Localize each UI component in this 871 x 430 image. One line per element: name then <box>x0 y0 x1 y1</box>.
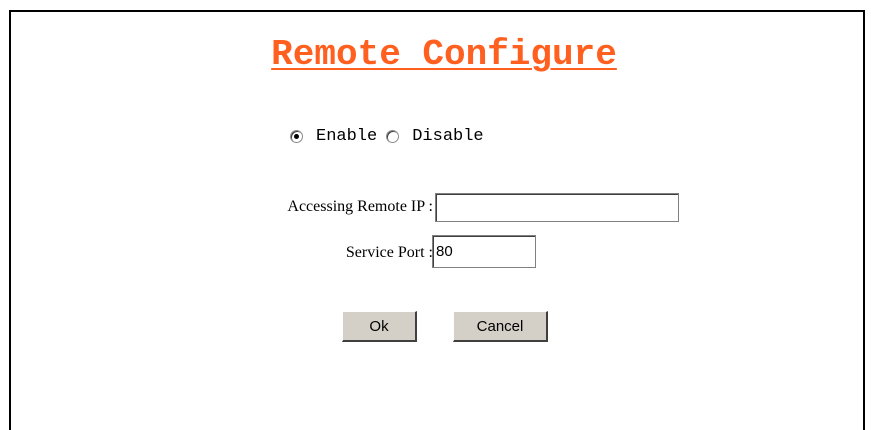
disable-label[interactable]: Disable <box>412 127 483 146</box>
ok-button[interactable]: Ok <box>342 311 417 342</box>
service-port-input[interactable] <box>432 235 536 268</box>
enable-radio[interactable] <box>290 130 303 143</box>
enable-label[interactable]: Enable <box>316 127 377 146</box>
remote-ip-label: Accessing Remote IP : <box>287 198 433 215</box>
disable-radio[interactable] <box>386 130 400 143</box>
mode-radio-group: Enable Disable <box>290 127 493 146</box>
radio-selected-dot <box>294 134 299 139</box>
service-port-label: Service Port : <box>345 244 433 261</box>
remote-ip-input[interactable] <box>435 193 679 222</box>
page-title: Remote Configure <box>271 34 617 75</box>
cancel-button[interactable]: Cancel <box>453 311 548 342</box>
